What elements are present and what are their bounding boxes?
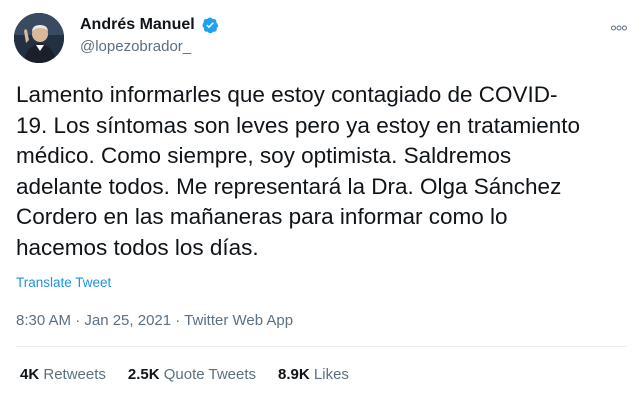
retweets-count: 4K (20, 366, 40, 383)
tweet-timestamp[interactable]: 8:30 AM · Jan 25, 2021 · Twitter Web App (16, 312, 293, 329)
author-name[interactable]: Andrés Manuel (80, 16, 195, 34)
engagement-stats: 4K Retweets 2.5K Quote Tweets 8.9K Likes (20, 366, 349, 383)
author-handle[interactable]: @lopezobrador_ (80, 38, 191, 55)
likes-label: Likes (313, 366, 349, 383)
verified-badge-icon (201, 16, 219, 34)
quote-tweets-label: Quote Tweets (163, 366, 257, 383)
quote-tweets-stat[interactable]: 2.5K Quote Tweets (128, 366, 256, 383)
avatar-image (14, 13, 64, 63)
author-name-row: Andrés Manuel (80, 16, 219, 34)
translate-tweet-link[interactable]: Translate Tweet (16, 275, 111, 290)
avatar[interactable] (14, 13, 64, 63)
more-options-icon[interactable] (611, 18, 627, 34)
quote-tweets-count: 2.5K (127, 366, 160, 383)
likes-count: 8.9K (278, 366, 310, 383)
retweets-label: Retweets (43, 366, 106, 383)
divider (16, 346, 627, 347)
likes-stat[interactable]: 8.9K Likes (278, 366, 349, 383)
retweets-stat[interactable]: 4K Retweets (20, 366, 106, 383)
tweet-text: Lamento informarles que estoy contagiado… (16, 82, 581, 260)
